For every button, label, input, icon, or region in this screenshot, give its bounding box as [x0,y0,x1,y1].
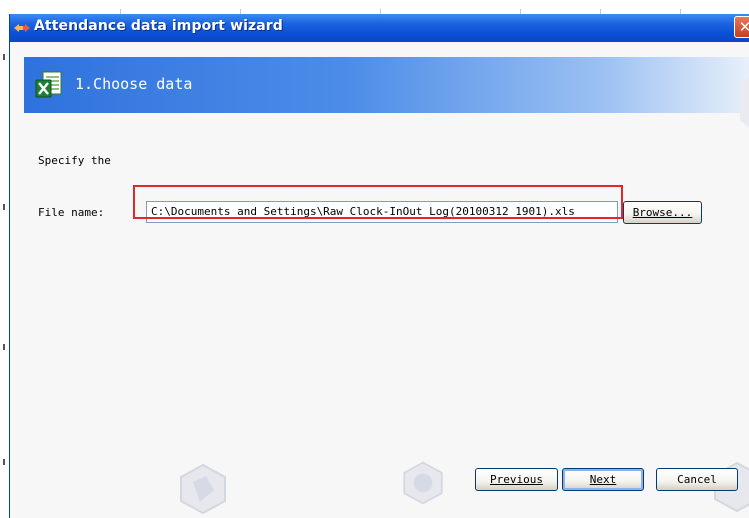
step-banner: 1.Choose data [24,57,749,113]
dialog-content: 1.Choose data Specify the File name: C:\… [10,42,749,518]
excel-file-icon [35,71,62,98]
wizard-arrows-icon [14,24,30,32]
previous-button-label: Previous [490,473,543,486]
step-title: 1.Choose data [75,75,193,93]
watermark-logo-icon [740,77,749,127]
close-button[interactable]: ✕ [734,16,749,38]
browse-button-label: Browse... [632,206,693,219]
dialog-title: Attendance data import wizard [34,18,283,34]
screen: Attendance data import wizard ✕ 1.Choose… [0,0,749,518]
background-mark [3,459,5,465]
watermark-logo-icon [403,461,443,505]
title-bar[interactable]: Attendance data import wizard ✕ [10,14,749,42]
next-button-label: Next [589,473,617,486]
background-mark [3,204,5,210]
next-button[interactable]: Next [562,468,644,491]
background-mark [3,54,5,60]
previous-button[interactable]: Previous [475,468,558,491]
browse-button[interactable]: Browse... [623,201,702,224]
background-mark [3,344,5,350]
background-app-strip [0,0,749,15]
file-name-label: File name: [38,206,105,219]
file-path-input[interactable]: C:\Documents and Settings\Raw Clock-InOu… [146,201,618,223]
specify-label: Specify the [38,154,111,167]
watermark-logo-icon [180,463,226,515]
import-wizard-dialog: Attendance data import wizard ✕ 1.Choose… [9,14,749,518]
cancel-button[interactable]: Cancel [656,468,738,491]
cancel-button-label: Cancel [677,473,717,486]
